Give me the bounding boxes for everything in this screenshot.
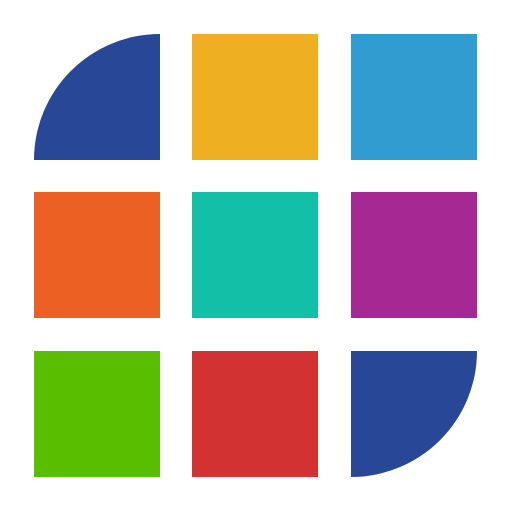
tile-bottom-middle — [192, 351, 318, 477]
tile-bottom-right-quarter-circle — [351, 351, 477, 477]
tile-top-right — [351, 34, 477, 160]
grid-logo — [0, 0, 512, 512]
tile-bottom-left — [34, 351, 160, 477]
tile-top-left-quarter-circle — [34, 34, 160, 160]
tile-center — [192, 192, 318, 318]
tile-top-middle — [192, 34, 318, 160]
tile-middle-right — [351, 192, 477, 318]
tile-middle-left — [34, 192, 160, 318]
